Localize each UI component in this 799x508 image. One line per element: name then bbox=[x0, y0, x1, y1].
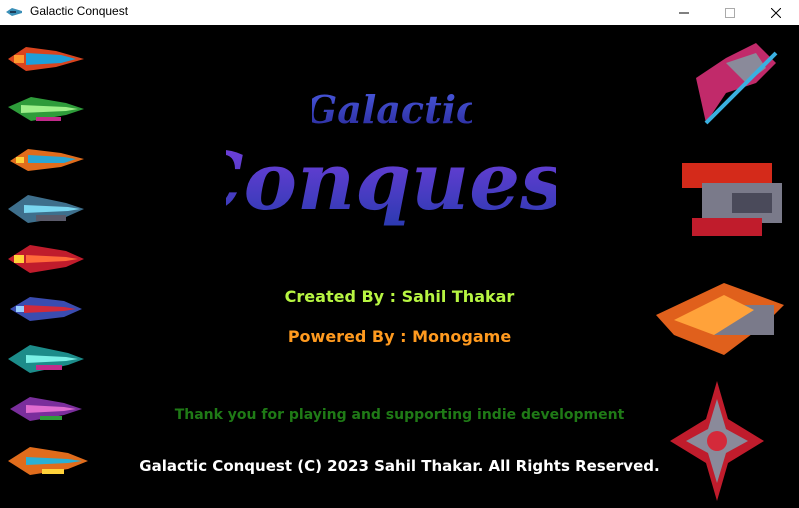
ship-sprite-5 bbox=[8, 245, 84, 273]
ship-sprite-4 bbox=[8, 195, 84, 223]
window-title: Galactic Conquest bbox=[30, 4, 129, 18]
minimize-button[interactable] bbox=[661, 0, 707, 25]
close-button[interactable] bbox=[753, 0, 799, 25]
ship-sprite-1 bbox=[8, 47, 84, 71]
credits-powered-by: Powered By : Monogame bbox=[287, 327, 512, 346]
close-icon bbox=[771, 7, 781, 18]
thanks-message: Thank you for playing and supporting ind… bbox=[174, 407, 625, 423]
app-icon bbox=[6, 8, 22, 16]
maximize-icon bbox=[725, 7, 735, 18]
ship-sprite-2 bbox=[8, 97, 84, 121]
maximize-button[interactable] bbox=[707, 0, 753, 25]
svg-text:Conquest: Conquest bbox=[226, 134, 556, 227]
credits-created-by: Created By : Sahil Thakar bbox=[284, 287, 515, 306]
ship-sprite-large-1 bbox=[696, 43, 778, 125]
ship-sprite-large-2 bbox=[682, 163, 782, 236]
copyright-notice: Galactic Conquest (C) 2023 Sahil Thakar.… bbox=[139, 457, 660, 475]
logo-galactic: Galactic bbox=[312, 87, 472, 131]
title-bar[interactable]: Galactic Conquest bbox=[0, 0, 799, 25]
game-canvas[interactable]: Galactic Conquest Created By : Sahil Tha… bbox=[0, 25, 799, 508]
minimize-icon bbox=[679, 12, 689, 13]
svg-text:Galactic: Galactic bbox=[312, 87, 472, 131]
logo-conquest: Conquest bbox=[226, 134, 556, 227]
ship-sprite-large-4 bbox=[670, 381, 764, 501]
ship-sprite-3 bbox=[10, 149, 84, 171]
game-window: Galactic Conquest Galactic onque Created… bbox=[0, 0, 799, 508]
